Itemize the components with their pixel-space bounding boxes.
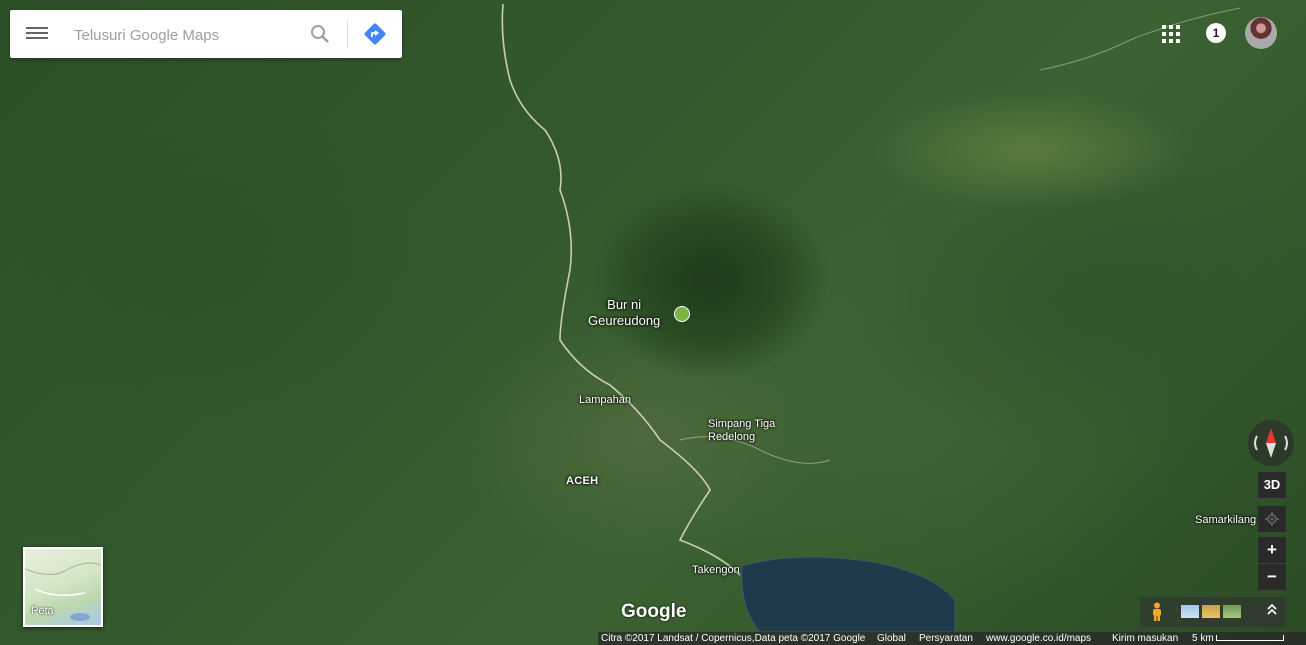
attribution-text: Citra ©2017 Landsat / Copernicus,Data pe…	[601, 633, 866, 644]
location-icon[interactable]	[1258, 506, 1286, 532]
minimap-map-toggle[interactable]: Peta	[23, 547, 103, 627]
simpang-label-line1: Simpang Tiga	[708, 418, 776, 430]
simpang-label-line2: Redelong	[708, 431, 756, 443]
map-label-lampahan[interactable]: Lampahan	[579, 394, 631, 406]
road-main	[501, 3, 741, 576]
peak-label-line2: Geureudong	[588, 313, 661, 328]
notification-badge[interactable]: 1	[1206, 23, 1226, 43]
map-footer: Citra ©2017 Landsat / Copernicus,Data pe…	[598, 632, 1306, 645]
layer-bar	[1140, 597, 1286, 627]
compass-icon[interactable]	[1248, 420, 1294, 466]
photo-thumbnail-2[interactable]	[1202, 605, 1220, 618]
scale-label[interactable]: 5 km	[1192, 632, 1214, 645]
scale-bar[interactable]	[1216, 635, 1284, 641]
expand-icon[interactable]	[1264, 601, 1280, 621]
photo-thumbnail-1[interactable]	[1181, 605, 1199, 618]
map-label-bur-ni-geureudong[interactable]: Bur ni Geureudong	[588, 297, 660, 329]
global-link[interactable]: Global	[877, 632, 906, 645]
search-input[interactable]	[72, 20, 306, 50]
zoom-out-button[interactable]: −	[1258, 564, 1286, 590]
feedback-link[interactable]: Kirim masukan	[1112, 632, 1178, 645]
search-icon[interactable]	[308, 22, 332, 46]
lake-laut-tawar	[741, 556, 956, 633]
directions-icon[interactable]	[363, 22, 387, 46]
search-divider	[347, 20, 348, 48]
terms-link[interactable]: Persyaratan	[919, 632, 973, 645]
3d-toggle-button[interactable]: 3D	[1258, 472, 1286, 498]
pegman-icon[interactable]	[1150, 602, 1164, 622]
photo-thumbnail-3[interactable]	[1223, 605, 1241, 618]
map-label-samarkilang[interactable]: Samarkilang	[1195, 514, 1256, 526]
minimap-label: Peta	[31, 605, 54, 617]
peak-icon[interactable]	[674, 306, 690, 322]
search-box	[10, 10, 402, 58]
map-label-takengon[interactable]: Takengon	[692, 564, 740, 576]
map-label-aceh[interactable]: ACEH	[566, 475, 598, 487]
map-label-simpang-tiga-redelong[interactable]: Simpang Tiga Redelong	[708, 418, 775, 444]
google-logo: Google	[621, 601, 687, 622]
menu-icon[interactable]	[26, 24, 48, 44]
zoom-in-button[interactable]: +	[1258, 537, 1286, 563]
maps-url-link[interactable]: www.google.co.id/maps	[986, 632, 1091, 645]
avatar[interactable]	[1245, 17, 1277, 49]
peak-label-line1: Bur ni	[607, 297, 642, 312]
apps-grid-icon[interactable]	[1160, 23, 1182, 45]
satellite-map[interactable]: Bur ni Geureudong Lampahan Simpang Tiga …	[0, 0, 1306, 645]
